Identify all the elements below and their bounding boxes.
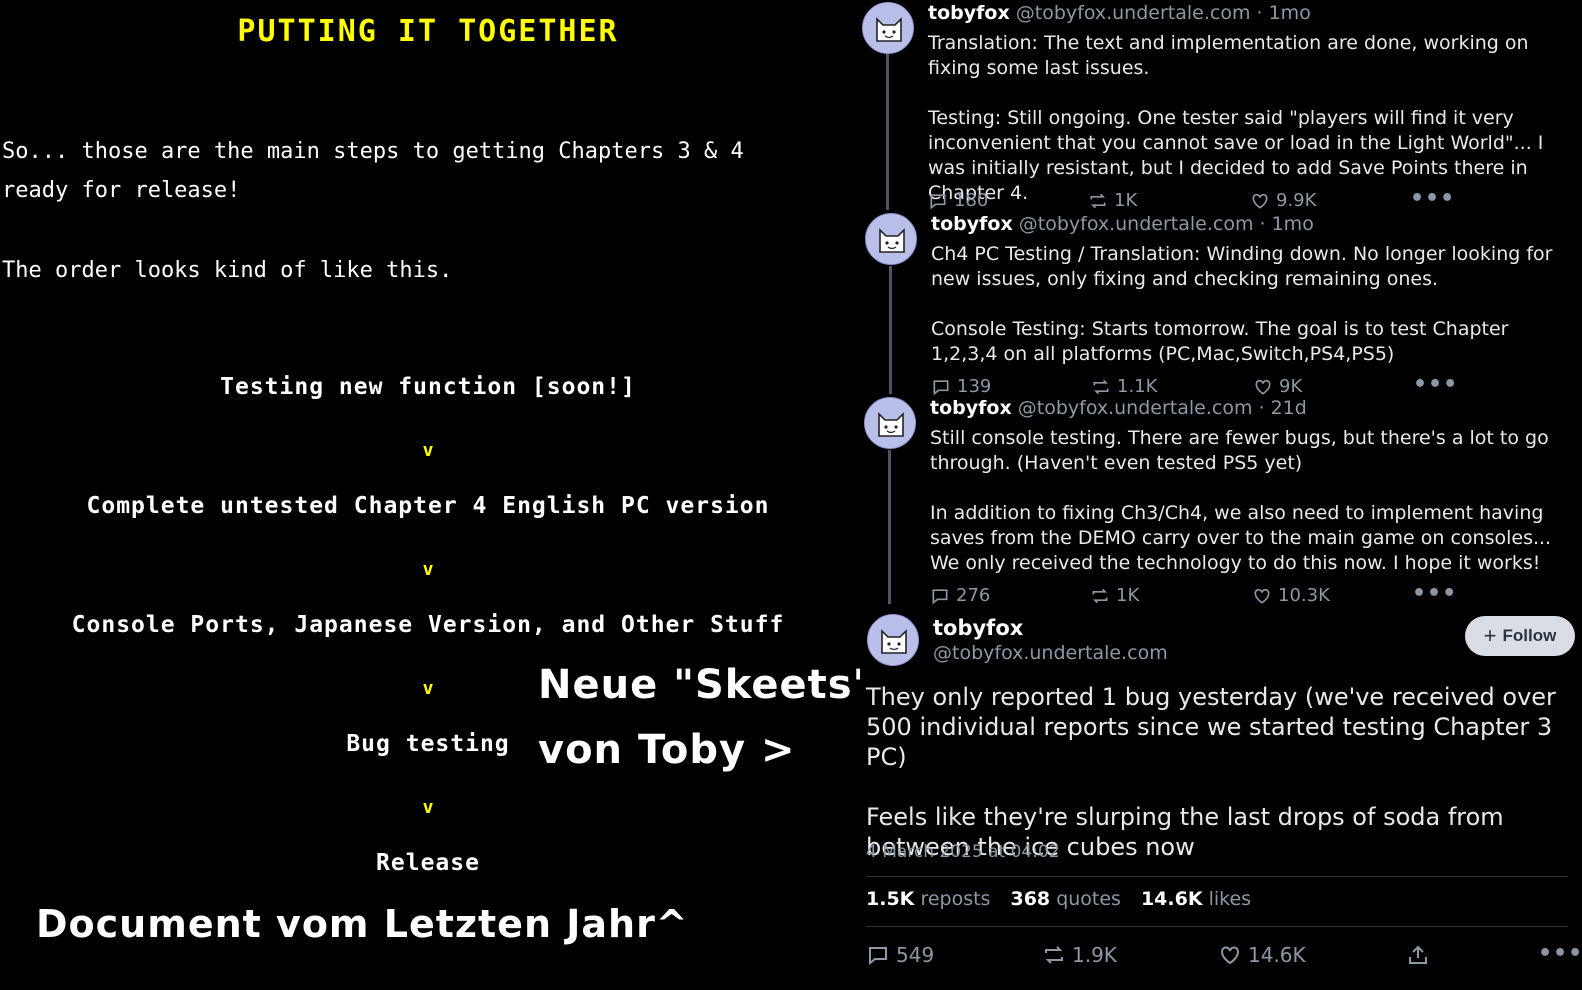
like-count: 9.9K [1276, 190, 1317, 211]
like-count: 14.6K [1248, 943, 1306, 967]
step-label: Release [376, 850, 480, 876]
author-handle[interactable]: @tobyfox.undertale.com [1016, 2, 1251, 24]
overlay-caption: Neue "Skeets" [538, 662, 875, 708]
like-icon [1254, 588, 1270, 604]
repost-button[interactable]: 1K [1088, 190, 1137, 211]
repost-count: 1K [1116, 585, 1140, 606]
more-icon[interactable]: ••• [1413, 372, 1458, 397]
reply-button[interactable]: 180 [928, 190, 988, 211]
overlay-caption: von Toby > [538, 727, 796, 773]
repost-icon [1090, 193, 1106, 208]
repost-button[interactable]: 1.9K [1042, 943, 1117, 967]
like-icon [1252, 193, 1268, 209]
repost-icon [1092, 588, 1108, 603]
repost-icon [1093, 379, 1109, 394]
thread-line [888, 450, 891, 604]
repost-count: 1.9K [1072, 943, 1117, 967]
like-button[interactable]: 9K [1253, 376, 1302, 397]
post-text: Ch4 PC Testing / Translation: Winding do… [931, 243, 1553, 365]
author-handle[interactable]: @tobyfox.undertale.com [1018, 397, 1253, 419]
divider [866, 876, 1568, 877]
post-actions: 549 1.9K 14.6K ••• [866, 941, 1582, 971]
like-icon [1221, 946, 1239, 965]
reply-count: 549 [896, 943, 935, 967]
avatar[interactable] [864, 397, 916, 449]
step-label: Complete untested Chapter 4 English PC v… [86, 493, 770, 519]
arrow-icon: v [422, 559, 434, 580]
like-button[interactable]: 14.6K [1218, 943, 1306, 967]
overlay-caption: Document vom Letzten Jahr^ [36, 902, 689, 946]
reply-count: 276 [956, 585, 991, 606]
reply-button[interactable]: 549 [866, 943, 934, 967]
post-text: They only reported 1 bug yesterday (we'v… [866, 683, 1556, 861]
reply-count: 180 [954, 190, 989, 211]
post-actions: 180 1K 9.9K ••• [928, 186, 1568, 214]
reply-icon [933, 379, 949, 395]
post-meta: tobyfox @tobyfox.undertale.com · 1mo [931, 213, 1314, 235]
like-count: 10.3K [1278, 585, 1330, 606]
reposts-stat[interactable]: 1.5K reposts [866, 888, 990, 910]
post-meta: tobyfox @tobyfox.undertale.com · 1mo [928, 2, 1311, 24]
like-count: 9K [1279, 376, 1303, 397]
more-icon[interactable]: ••• [1538, 941, 1582, 966]
post-stats: 1.5K reposts 368 quotes 14.6K likes [866, 888, 1251, 910]
arrow-icon: v [422, 440, 434, 461]
quotes-stat[interactable]: 368 quotes [1010, 888, 1120, 910]
post-actions: 276 1K 10.3K ••• [930, 581, 1570, 609]
share-button[interactable] [1406, 943, 1430, 967]
document-title: PUTTING IT TOGETHER [237, 14, 619, 49]
avatar[interactable] [862, 2, 914, 54]
share-icon [1409, 945, 1427, 964]
like-icon [1255, 379, 1271, 395]
like-button[interactable]: 10.3K [1252, 585, 1330, 606]
follow-button[interactable]: + Follow [1465, 616, 1575, 656]
avatar[interactable] [865, 213, 917, 265]
more-icon[interactable]: ••• [1410, 186, 1455, 211]
avatar[interactable] [867, 614, 919, 666]
post-time[interactable]: · 21d [1259, 397, 1307, 419]
arrow-icon: v [422, 797, 434, 818]
repost-count: 1.1K [1117, 376, 1158, 397]
thread-line [886, 54, 889, 210]
thread-line [889, 266, 892, 394]
author-name[interactable]: tobyfox [933, 616, 1023, 640]
repost-button[interactable]: 1K [1090, 585, 1139, 606]
more-icon[interactable]: ••• [1412, 581, 1457, 606]
step-label: Console Ports, Japanese Version, and Oth… [71, 612, 785, 638]
author-handle[interactable]: @tobyfox.undertale.com [933, 642, 1168, 664]
likes-stat[interactable]: 14.6K likes [1141, 888, 1251, 910]
post-date[interactable]: 4 March 2025 at 04:02 [866, 842, 1060, 862]
like-button[interactable]: 9.9K [1250, 190, 1316, 211]
step-label: Testing new function [soon!] [220, 374, 636, 400]
post-meta: tobyfox @tobyfox.undertale.com · 21d [930, 397, 1307, 419]
plus-icon: + [1483, 623, 1497, 648]
reply-icon [932, 588, 948, 604]
follow-label: Follow [1502, 626, 1557, 645]
document-paragraph: The order looks kind of like this. [2, 258, 453, 283]
reply-count: 139 [957, 376, 992, 397]
reply-button[interactable]: 276 [930, 585, 990, 606]
author-name[interactable]: tobyfox [928, 2, 1010, 24]
repost-icon [1045, 946, 1063, 964]
reply-icon [930, 193, 946, 209]
post-text: Still console testing. There are fewer b… [930, 427, 1552, 574]
post-time[interactable]: · 1mo [1257, 2, 1311, 24]
document-paragraph: So... those are the main steps to gettin… [2, 139, 757, 203]
post-text: Translation: The text and implementation… [928, 32, 1544, 204]
divider [866, 926, 1568, 927]
repost-button[interactable]: 1.1K [1091, 376, 1157, 397]
author-name[interactable]: tobyfox [930, 397, 1012, 419]
document-screenshot: PUTTING IT TOGETHER So... those are the … [0, 0, 873, 990]
post-time[interactable]: · 1mo [1260, 213, 1314, 235]
author-name[interactable]: tobyfox [931, 213, 1013, 235]
repost-count: 1K [1114, 190, 1138, 211]
author-handle[interactable]: @tobyfox.undertale.com [1019, 213, 1254, 235]
reply-button[interactable]: 139 [931, 376, 991, 397]
reply-icon [869, 947, 887, 966]
